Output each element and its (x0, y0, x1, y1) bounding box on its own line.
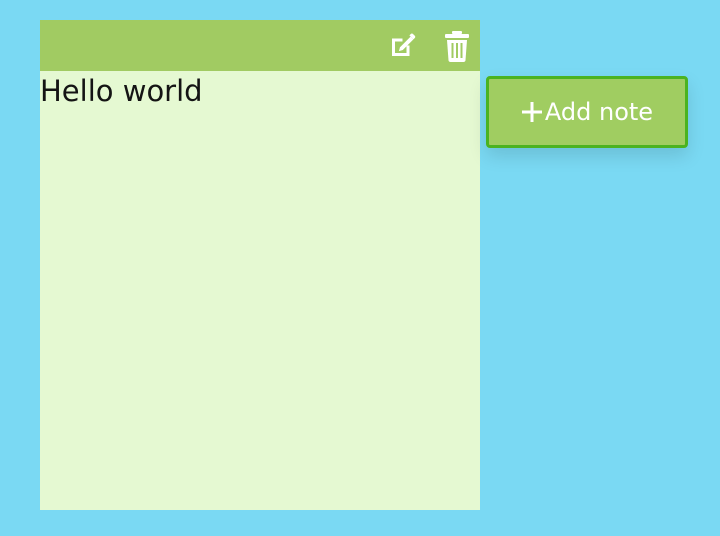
note-content[interactable]: Hello world (40, 71, 480, 108)
edit-note-button[interactable] (384, 29, 418, 63)
add-note-label: Add note (544, 98, 654, 126)
add-note-button[interactable]: Add note (486, 76, 688, 148)
delete-note-button[interactable] (440, 29, 474, 63)
add-note-button-content: Add note (521, 100, 653, 124)
edit-icon (392, 33, 416, 56)
plus-icon (521, 101, 543, 123)
note-toolbar (40, 20, 480, 71)
trash-icon (445, 30, 469, 62)
app-stage: Hello world Add note (0, 0, 720, 536)
note-card: Hello world (40, 20, 480, 510)
